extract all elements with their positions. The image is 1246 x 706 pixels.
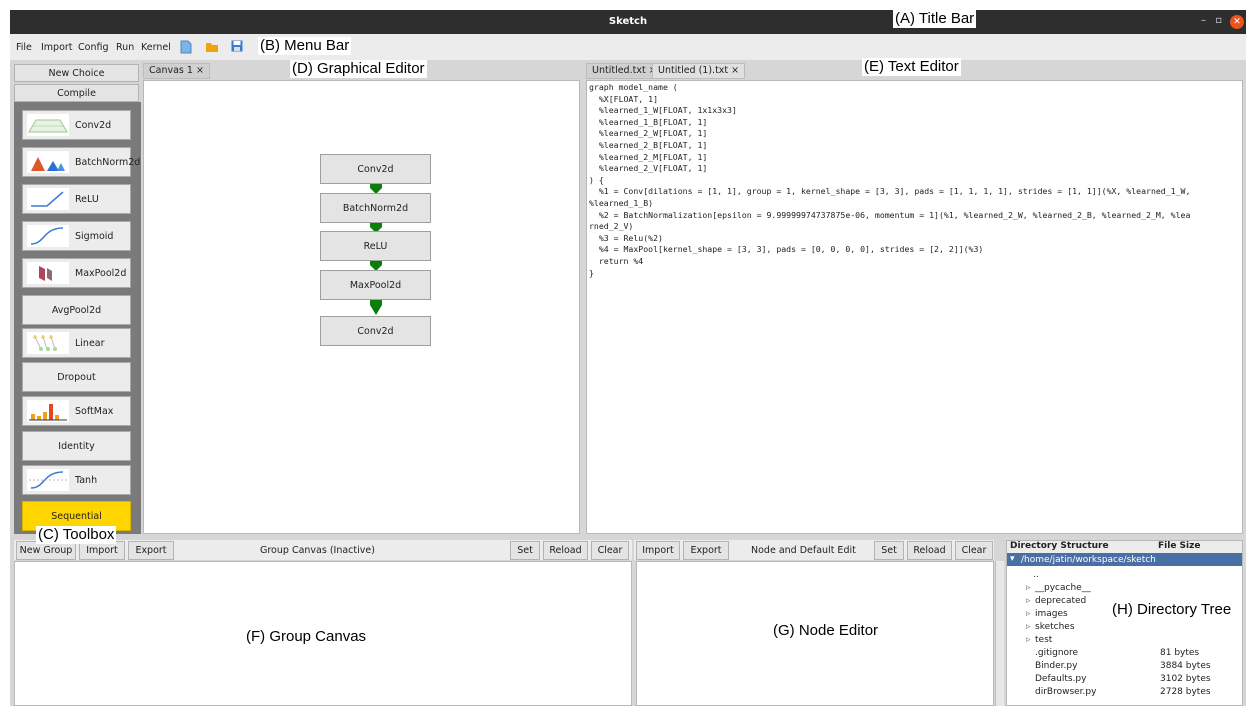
annotation-toolbox: (C) Toolbox (36, 526, 117, 544)
node-conv2d[interactable]: Conv2d (320, 154, 431, 184)
dir-item-dirbrowser[interactable]: dirBrowser.py (1035, 687, 1096, 697)
column-file-size[interactable]: File Size (1158, 541, 1200, 551)
group-canvas-title: Group Canvas (Inactive) (260, 545, 375, 556)
file-size: 3884 bytes (1160, 661, 1211, 671)
dir-item-defaults[interactable]: Defaults.py (1035, 674, 1086, 684)
node-batchnorm2d[interactable]: BatchNorm2d (320, 193, 431, 223)
tanh-icon (27, 469, 69, 491)
new-choice-button[interactable]: New Choice (14, 64, 139, 82)
node-import-button[interactable]: Import (636, 541, 680, 560)
tool-identity[interactable]: Identity (22, 431, 131, 461)
code-content: graph model_name ( %X[FLOAT, 1] %learned… (589, 82, 1191, 278)
node-relu[interactable]: ReLU (320, 231, 431, 261)
tab-canvas-1[interactable]: Canvas 1 × (143, 63, 210, 79)
annotation-directory-tree: (H) Directory Tree (1110, 601, 1234, 619)
tool-conv2d[interactable]: Conv2d (22, 110, 131, 140)
annotation-node-editor: (G) Node Editor (771, 622, 881, 640)
conv2d-icon (27, 114, 69, 136)
annotation-group-canvas: (F) Group Canvas (244, 628, 369, 646)
batchnorm-icon (27, 151, 69, 173)
menu-import[interactable]: Import (41, 42, 73, 53)
menu-bar: File Import Config Run Kernel (10, 34, 1246, 60)
node-maxpool2d[interactable]: MaxPool2d (320, 270, 431, 300)
chevron-right-icon[interactable]: ▹ (1026, 635, 1031, 645)
compile-button[interactable]: Compile (14, 84, 139, 102)
node-set-button[interactable]: Set (874, 541, 904, 560)
annotation-title-bar: (A) Title Bar (893, 10, 977, 28)
dir-item-pycache[interactable]: __pycache__ (1035, 583, 1091, 593)
dir-item-parent[interactable]: .. (1033, 570, 1039, 580)
group-set-button[interactable]: Set (510, 541, 540, 560)
dir-item-binder[interactable]: Binder.py (1035, 661, 1077, 671)
close-button[interactable]: ✕ (1230, 15, 1244, 29)
relu-icon (27, 188, 69, 210)
node-clear-button[interactable]: Clear (955, 541, 993, 560)
node-export-button[interactable]: Export (683, 541, 729, 560)
file-new-icon[interactable] (180, 40, 192, 57)
tool-softmax[interactable]: SoftMax (22, 396, 131, 426)
node-reload-button[interactable]: Reload (907, 541, 952, 560)
save-icon[interactable] (231, 40, 243, 55)
tab-untitled-1[interactable]: Untitled (1).txt × (652, 63, 746, 79)
chevron-down-icon[interactable]: ▾ (1010, 554, 1015, 564)
tool-maxpool2d[interactable]: MaxPool2d (22, 258, 131, 288)
group-reload-button[interactable]: Reload (543, 541, 588, 560)
file-size: 81 bytes (1160, 648, 1200, 658)
dir-item-gitignore[interactable]: .gitignore (1035, 648, 1078, 658)
title-bar: Sketch – ▫ ✕ (10, 10, 1246, 34)
minimize-button[interactable]: – (1201, 15, 1206, 26)
file-size: 3102 bytes (1160, 674, 1211, 684)
linear-icon (27, 332, 69, 354)
menu-file[interactable]: File (16, 42, 32, 53)
tool-dropout[interactable]: Dropout (22, 362, 131, 392)
group-export-button[interactable]: Export (128, 541, 174, 560)
node-conv2d-2[interactable]: Conv2d (320, 316, 431, 346)
folder-open-icon[interactable] (205, 41, 219, 56)
maximize-button[interactable]: ▫ (1215, 15, 1222, 26)
sigmoid-icon (27, 225, 69, 247)
edge-maxpool-conv2d (370, 299, 382, 315)
dir-item-deprecated[interactable]: deprecated (1035, 596, 1086, 606)
tool-avgpool2d[interactable]: AvgPool2d (22, 295, 131, 325)
tool-tanh[interactable]: Tanh (22, 465, 131, 495)
menu-run[interactable]: Run (116, 42, 134, 53)
chevron-right-icon[interactable]: ▹ (1026, 583, 1031, 593)
dir-item-sketches[interactable]: sketches (1035, 622, 1075, 632)
maxpool-icon (27, 262, 69, 284)
group-clear-button[interactable]: Clear (591, 541, 629, 560)
window-title: Sketch (608, 16, 648, 27)
annotation-graphical-editor: (D) Graphical Editor (290, 60, 427, 78)
dir-item-images[interactable]: images (1035, 609, 1068, 619)
tool-relu[interactable]: ReLU (22, 184, 131, 214)
tool-linear[interactable]: Linear (22, 328, 131, 358)
chevron-right-icon[interactable]: ▹ (1026, 622, 1031, 632)
menu-kernel[interactable]: Kernel (141, 42, 171, 53)
file-size: 2728 bytes (1160, 687, 1211, 697)
tool-sigmoid[interactable]: Sigmoid (22, 221, 131, 251)
menu-config[interactable]: Config (78, 42, 108, 53)
column-directory-structure[interactable]: Directory Structure (1010, 541, 1109, 551)
chevron-right-icon[interactable]: ▹ (1026, 609, 1031, 619)
chevron-right-icon[interactable]: ▹ (1026, 596, 1031, 606)
node-editor-title: Node and Default Edit (751, 545, 856, 556)
annotation-menu-bar: (B) Menu Bar (258, 37, 352, 55)
directory-root: /home/jatin/workspace/sketch (1021, 555, 1156, 565)
tool-batchnorm2d[interactable]: BatchNorm2d (22, 147, 140, 177)
dir-item-test[interactable]: test (1035, 635, 1052, 645)
node-editor-scrollbar[interactable] (995, 561, 1004, 706)
annotation-text-editor: (E) Text Editor (862, 58, 961, 76)
softmax-icon (27, 400, 69, 422)
